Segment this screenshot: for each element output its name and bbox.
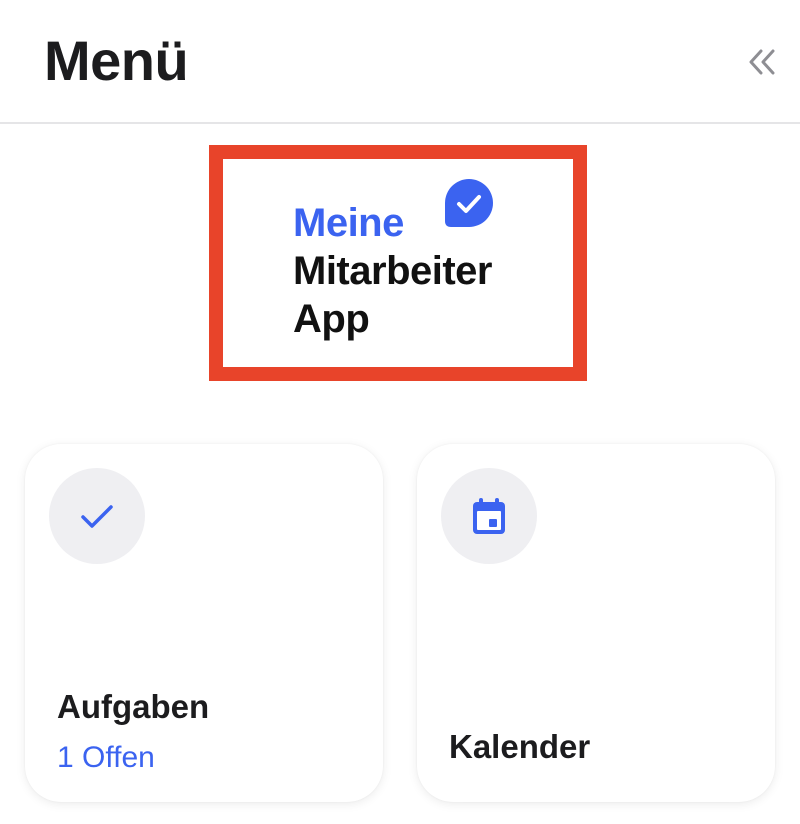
- tasks-card[interactable]: Aufgaben 1 Offen: [25, 444, 383, 802]
- header: Menü: [0, 0, 800, 124]
- tasks-open-count: 1 Offen: [57, 741, 155, 774]
- tasks-icon-circle: [49, 468, 145, 564]
- page-title: Menü: [44, 29, 189, 92]
- calendar-card[interactable]: Kalender: [417, 444, 775, 802]
- menu-page: Menü Meine Mitarbeiter App Aufgaben 1 Of…: [0, 0, 800, 824]
- double-chevron-left-icon: [749, 49, 775, 75]
- collapse-menu-button[interactable]: [740, 40, 784, 84]
- check-bubble-icon: [445, 179, 493, 227]
- calendar-card-title: Kalender: [449, 728, 591, 765]
- logo-line-app: App: [293, 297, 370, 341]
- app-logo: Meine Mitarbeiter App: [209, 145, 587, 381]
- tasks-card-title: Aufgaben: [57, 688, 210, 725]
- checkmark-icon: [81, 505, 113, 528]
- calendar-icon: [473, 498, 505, 534]
- logo-line-mitarbeiter: Mitarbeiter: [293, 249, 493, 293]
- calendar-icon-circle: [441, 468, 537, 564]
